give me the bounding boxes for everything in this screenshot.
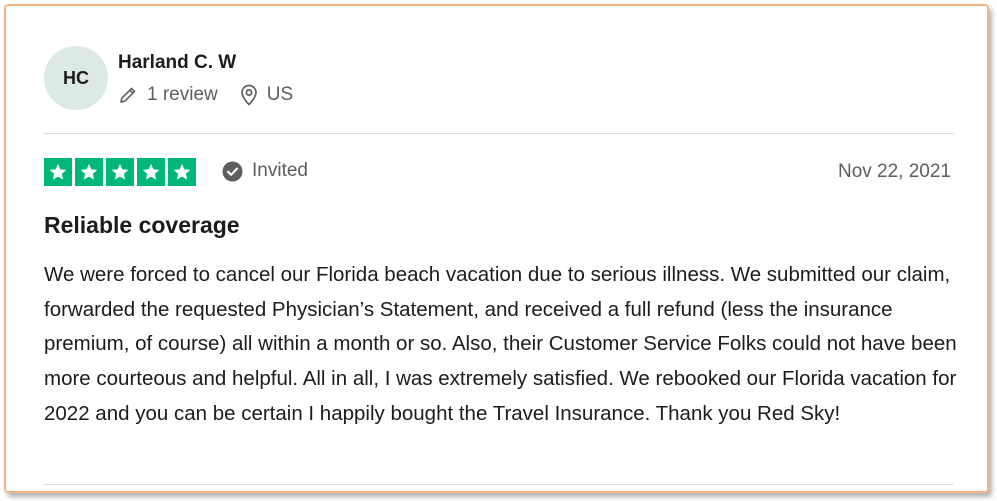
star-rating: [44, 158, 199, 186]
review-date: Nov 22, 2021: [837, 161, 951, 182]
reviewer-location: US: [240, 84, 293, 106]
star-icon: [75, 158, 103, 186]
divider: [44, 133, 954, 134]
avatar[interactable]: HC: [44, 46, 108, 110]
review-card: HC Harland C. W 1 review US Invited Nov …: [4, 4, 989, 493]
verification-badge[interactable]: Invited: [222, 160, 308, 182]
review-body: We were forced to cancel our Florida bea…: [44, 263, 957, 425]
reviewer-name[interactable]: Harland C. W: [118, 52, 236, 74]
divider: [44, 484, 954, 485]
avatar-initials: HC: [63, 67, 89, 88]
review-title[interactable]: Reliable coverage: [44, 212, 240, 239]
star-icon: [106, 158, 134, 186]
star-icon: [168, 158, 196, 186]
pencil-icon: [120, 87, 136, 103]
review-count-label: 1 review: [147, 84, 218, 105]
verification-label: Invited: [252, 160, 308, 181]
star-icon: [137, 158, 165, 186]
location-pin-icon: [240, 84, 257, 106]
reviewer-meta: 1 review US: [118, 84, 293, 106]
check-circle-icon: [222, 161, 243, 181]
reviewer-country: US: [266, 84, 294, 105]
star-icon: [44, 158, 72, 186]
review-count: 1 review: [118, 84, 218, 106]
